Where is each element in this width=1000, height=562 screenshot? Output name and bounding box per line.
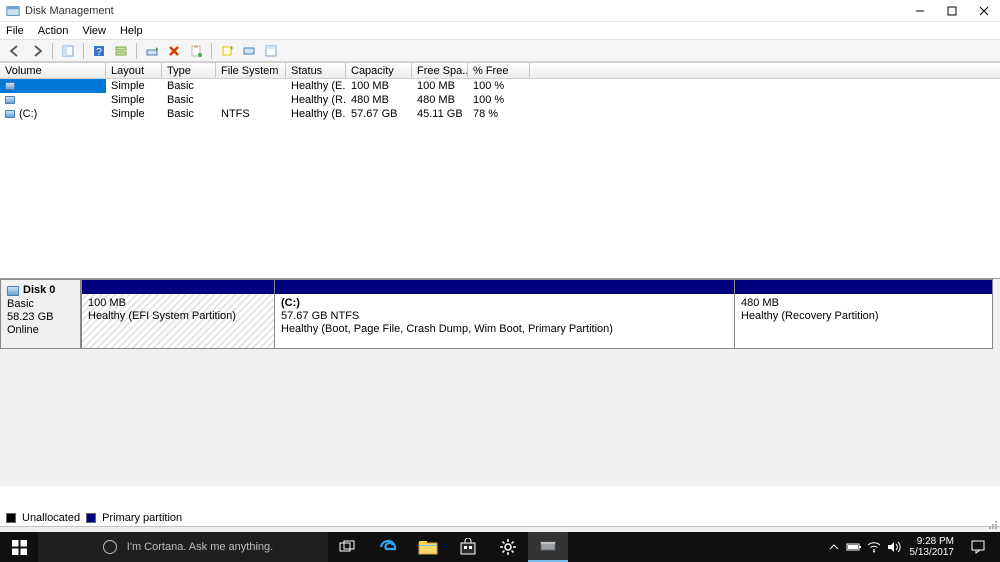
disk-name: Disk 0 bbox=[23, 284, 55, 297]
maximize-button[interactable] bbox=[936, 0, 968, 22]
tray-wifi-icon[interactable] bbox=[864, 532, 884, 562]
disk-list-icon[interactable] bbox=[112, 42, 130, 60]
menubar: File Action View Help bbox=[0, 22, 1000, 40]
partition-box[interactable]: (C:)57.67 GB NTFSHealthy (Boot, Page Fil… bbox=[275, 279, 735, 349]
cortana-search[interactable]: I'm Cortana. Ask me anything. bbox=[38, 532, 328, 562]
cortana-placeholder: I'm Cortana. Ask me anything. bbox=[127, 541, 273, 553]
tray-date: 5/13/2017 bbox=[910, 547, 955, 558]
titlebar: Disk Management bbox=[0, 0, 1000, 22]
tray-volume-icon[interactable] bbox=[884, 532, 904, 562]
volume-row[interactable]: SimpleBasicHealthy (E...100 MB100 MB100 … bbox=[0, 79, 1000, 93]
volume-icon bbox=[5, 82, 15, 90]
partition-box[interactable]: 100 MBHealthy (EFI System Partition) bbox=[82, 279, 275, 349]
attach-vhd-icon[interactable] bbox=[143, 42, 161, 60]
more-actions-icon[interactable] bbox=[262, 42, 280, 60]
toolbar-separator bbox=[83, 43, 84, 59]
refresh-icon[interactable] bbox=[218, 42, 236, 60]
disk-size: 58.23 GB bbox=[7, 311, 74, 324]
col-freespace[interactable]: Free Spa... bbox=[412, 63, 468, 78]
cortana-icon bbox=[103, 540, 117, 554]
volume-icon bbox=[5, 96, 15, 104]
taskbar-app-diskmgmt[interactable] bbox=[528, 532, 568, 562]
task-view-button[interactable] bbox=[328, 532, 368, 562]
back-button[interactable] bbox=[6, 42, 24, 60]
col-status[interactable]: Status bbox=[286, 63, 346, 78]
disk-state: Online bbox=[7, 324, 74, 337]
volume-icon bbox=[5, 110, 15, 118]
taskbar-app-store[interactable] bbox=[448, 532, 488, 562]
tray-time: 9:28 PM bbox=[910, 536, 955, 547]
volume-row[interactable]: SimpleBasicHealthy (R...480 MB480 MB100 … bbox=[0, 93, 1000, 107]
minimize-button[interactable] bbox=[904, 0, 936, 22]
tray-battery-icon[interactable] bbox=[844, 532, 864, 562]
menu-file[interactable]: File bbox=[6, 25, 24, 37]
swatch-unallocated bbox=[6, 513, 16, 523]
taskbar: I'm Cortana. Ask me anything. 9:28 PM 5/… bbox=[0, 532, 1000, 562]
toolbar: ? bbox=[0, 40, 1000, 62]
partition-box[interactable]: 480 MBHealthy (Recovery Partition) bbox=[735, 279, 993, 349]
disk-info-box[interactable]: Disk 0 Basic 58.23 GB Online bbox=[0, 279, 82, 349]
app-icon bbox=[6, 4, 20, 18]
properties-icon[interactable] bbox=[187, 42, 205, 60]
legend-primary: Primary partition bbox=[102, 512, 182, 524]
help-icon[interactable]: ? bbox=[90, 42, 108, 60]
swatch-primary bbox=[86, 513, 96, 523]
col-type[interactable]: Type bbox=[162, 63, 216, 78]
volume-list-pane: Volume Layout Type File System Status Ca… bbox=[0, 62, 1000, 279]
taskbar-app-explorer[interactable] bbox=[408, 532, 448, 562]
start-button[interactable] bbox=[0, 532, 38, 562]
menu-view[interactable]: View bbox=[82, 25, 106, 37]
window-title: Disk Management bbox=[25, 5, 904, 17]
legend-unallocated: Unallocated bbox=[22, 512, 80, 524]
taskbar-app-edge[interactable] bbox=[368, 532, 408, 562]
tray-clock[interactable]: 9:28 PM 5/13/2017 bbox=[904, 536, 961, 558]
rescan-icon[interactable] bbox=[240, 42, 258, 60]
toolbar-separator bbox=[52, 43, 53, 59]
action-center-button[interactable] bbox=[960, 539, 996, 555]
disk-icon bbox=[7, 286, 19, 296]
show-hide-tree-icon[interactable] bbox=[59, 42, 77, 60]
col-capacity[interactable]: Capacity bbox=[346, 63, 412, 78]
taskbar-app-settings[interactable] bbox=[488, 532, 528, 562]
volume-list-header: Volume Layout Type File System Status Ca… bbox=[0, 62, 1000, 79]
toolbar-separator bbox=[211, 43, 212, 59]
col-layout[interactable]: Layout bbox=[106, 63, 162, 78]
col-filesystem[interactable]: File System bbox=[216, 63, 286, 78]
toolbar-separator bbox=[136, 43, 137, 59]
legend: Unallocated Primary partition bbox=[6, 510, 182, 526]
disk-type: Basic bbox=[7, 298, 74, 311]
col-volume[interactable]: Volume bbox=[0, 63, 106, 78]
close-button[interactable] bbox=[968, 0, 1000, 22]
system-tray: 9:28 PM 5/13/2017 bbox=[824, 532, 1000, 562]
menu-action[interactable]: Action bbox=[38, 25, 69, 37]
col-pctfree[interactable]: % Free bbox=[468, 63, 530, 78]
delete-icon[interactable] bbox=[165, 42, 183, 60]
resize-grip-icon[interactable] bbox=[986, 518, 998, 530]
graphical-pane: Disk 0 Basic 58.23 GB Online 100 MBHealt… bbox=[0, 279, 1000, 486]
forward-button[interactable] bbox=[28, 42, 46, 60]
volume-row[interactable]: (C:)SimpleBasicNTFSHealthy (B...57.67 GB… bbox=[0, 107, 1000, 121]
svg-text:?: ? bbox=[96, 47, 102, 58]
menu-help[interactable]: Help bbox=[120, 25, 143, 37]
tray-chevron-icon[interactable] bbox=[824, 532, 844, 562]
